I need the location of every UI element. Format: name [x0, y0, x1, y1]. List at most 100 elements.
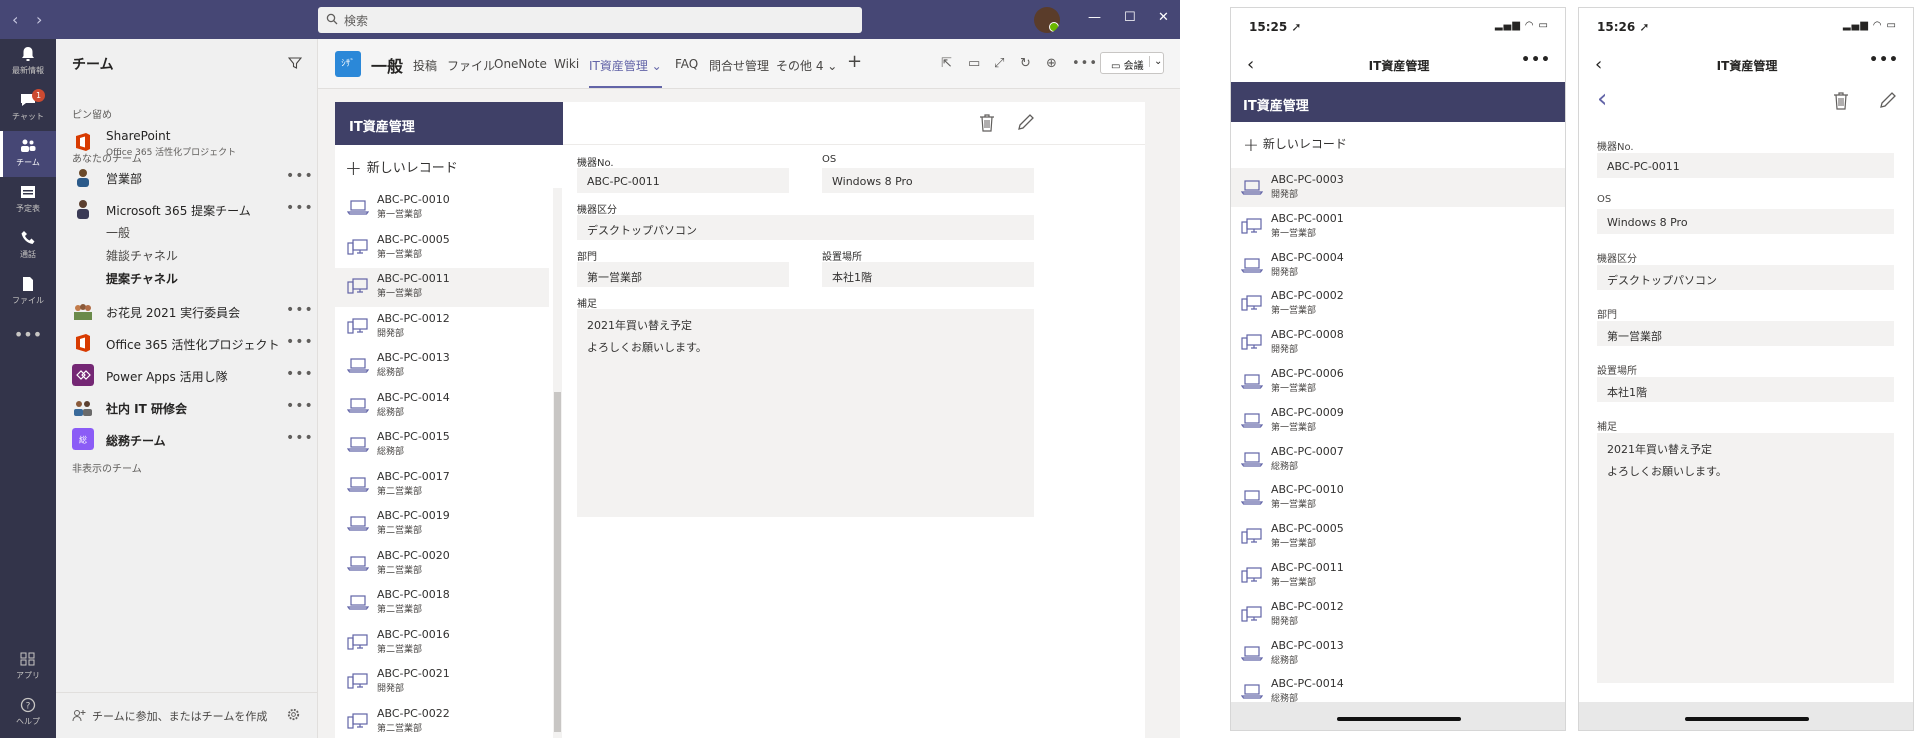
team-row-soumu[interactable]: 総 総務チーム •••	[56, 424, 318, 454]
rail-item-teams[interactable]: チーム	[0, 131, 56, 177]
rail-item-chat[interactable]: 1 チャット	[0, 85, 56, 131]
rail-item-apps[interactable]: アプリ	[0, 644, 56, 690]
meet-button[interactable]: ▭ 会議 ⌄	[1100, 52, 1164, 74]
chevron-down-icon[interactable]: ⌄	[1149, 56, 1162, 67]
channel-general[interactable]: 一般	[106, 224, 130, 241]
list-item[interactable]: ABC-PC-0004 開発部	[1231, 246, 1565, 285]
filter-icon[interactable]	[288, 56, 302, 70]
new-record-button[interactable]: + 新しいレコード	[1243, 134, 1347, 156]
list-item[interactable]: ABC-PC-0014 総務部	[335, 387, 549, 426]
gear-icon[interactable]	[286, 707, 301, 722]
channel-proposal[interactable]: 提案チャネル	[106, 270, 178, 287]
record-dept: 第一営業部	[1271, 578, 1317, 588]
home-indicator[interactable]	[1685, 717, 1809, 721]
record-dept: 第一営業部	[1271, 500, 1317, 511]
edit-pencil-icon[interactable]	[1017, 113, 1035, 131]
tab-onenote[interactable]: OneNote	[494, 57, 547, 71]
back-arrow-icon[interactable]: ‹	[1597, 84, 1607, 114]
list-item[interactable]: ABC-PC-0011 第一営業部	[335, 268, 549, 307]
close-icon[interactable]: ✕	[1158, 10, 1169, 25]
list-item[interactable]: ABC-PC-0016 第二営業部	[335, 624, 549, 663]
list-item[interactable]: ABC-PC-0007 総務部	[1231, 440, 1565, 479]
more-apps-icon[interactable]: •••	[0, 319, 56, 365]
rail-item-calendar[interactable]: 予定表	[0, 177, 56, 223]
list-item[interactable]: ABC-PC-0019 第二営業部	[335, 505, 549, 544]
search-input[interactable]: 検索	[318, 7, 862, 33]
team-row-ohanami[interactable]: お花見 2021 実行委員会 •••	[56, 296, 318, 326]
rail-item-calls[interactable]: 通話	[0, 223, 56, 269]
team-row-o365-project[interactable]: Office 365 活性化プロジェクト •••	[56, 328, 318, 358]
maximize-icon[interactable]: ☐	[1124, 10, 1136, 25]
list-item[interactable]: ABC-PC-0020 第二営業部	[335, 545, 549, 584]
avatar[interactable]	[1034, 7, 1060, 33]
team-name: Office 365 活性化プロジェクト	[106, 338, 280, 352]
expand-icon[interactable]: ⤢	[994, 56, 1008, 71]
tab-it-assets[interactable]: IT資産管理 ⌄	[589, 57, 662, 88]
more-options-icon[interactable]: •••	[286, 200, 314, 216]
edit-pencil-icon[interactable]	[1879, 91, 1897, 109]
list-item[interactable]: ABC-PC-0005 第一営業部	[1231, 517, 1565, 556]
new-record-button[interactable]: + 新しいレコード	[345, 156, 458, 180]
forward-arrow-icon[interactable]: ›	[36, 10, 42, 29]
tab-faq[interactable]: FAQ	[675, 57, 698, 71]
list-item[interactable]: ABC-PC-0021 開発部	[335, 663, 549, 702]
home-indicator[interactable]	[1337, 717, 1461, 721]
team-row-it-training[interactable]: 社内 IT 研修会 •••	[56, 392, 318, 422]
globe-icon[interactable]: ⊕	[1046, 56, 1060, 71]
list-item[interactable]: ABC-PC-0010 第一営業部	[335, 189, 549, 228]
more-options-icon[interactable]: •••	[286, 334, 314, 350]
back-arrow-icon[interactable]: ‹	[12, 10, 18, 29]
list-item[interactable]: ABC-PC-0013 総務部	[1231, 634, 1565, 673]
teams-panel: チーム ピン留め SharePoint Office 365 活性化プロジェクト…	[56, 39, 318, 738]
more-options-icon[interactable]: •••	[286, 366, 314, 382]
list-item[interactable]: ABC-PC-0012 開発部	[1231, 595, 1565, 634]
channel-chat[interactable]: 雑談チャネル	[106, 247, 178, 264]
more-options-icon[interactable]: •••	[1869, 52, 1899, 68]
list-item[interactable]: ABC-PC-0015 総務部	[335, 426, 549, 465]
list-item[interactable]: ABC-PC-0011 第一営業部	[1231, 556, 1565, 595]
list-item[interactable]: ABC-PC-0010 第一営業部	[1231, 478, 1565, 517]
list-item[interactable]: ABC-PC-0012 開発部	[335, 308, 549, 347]
trash-icon[interactable]	[979, 114, 995, 132]
list-item[interactable]: ABC-PC-0022 第二営業部	[335, 703, 549, 738]
tab-more[interactable]: その他 4 ⌄	[776, 57, 837, 74]
list-item[interactable]: ABC-PC-0005 第一営業部	[335, 229, 549, 268]
record-id: ABC-PC-0012	[377, 311, 450, 325]
join-create-team-link[interactable]: チームに参加、またはチームを作成	[92, 708, 267, 724]
list-item[interactable]: ABC-PC-0006 第一営業部	[1231, 362, 1565, 401]
reload-icon[interactable]: ↻	[1020, 56, 1034, 71]
tab-posts[interactable]: 投稿	[413, 57, 437, 74]
list-item[interactable]: ABC-PC-0013 総務部	[335, 347, 549, 386]
search-placeholder: 検索	[344, 14, 369, 28]
more-options-icon[interactable]: •••	[286, 430, 314, 446]
list-item[interactable]: ABC-PC-0008 開発部	[1231, 323, 1565, 362]
tab-wiki[interactable]: Wiki	[554, 57, 579, 71]
tab-inquiries[interactable]: 問合せ管理	[709, 57, 769, 74]
hidden-teams-label[interactable]: 非表示のチーム	[72, 460, 142, 475]
rail-item-activity[interactable]: 最新情報	[0, 39, 56, 85]
more-options-icon[interactable]: •••	[1072, 56, 1097, 71]
conversation-icon[interactable]: ▭	[968, 56, 982, 71]
rail-item-help[interactable]: ? ヘルプ	[0, 690, 56, 736]
more-options-icon[interactable]: •••	[286, 302, 314, 318]
team-row-powerapps[interactable]: Power Apps 活用し隊 •••	[56, 360, 318, 390]
list-item[interactable]: ABC-PC-0017 第二営業部	[335, 466, 549, 505]
list-item[interactable]: ABC-PC-0003 開発部	[1231, 168, 1565, 207]
add-tab-icon[interactable]: +	[847, 51, 862, 72]
list-item[interactable]: ABC-PC-0009 第一営業部	[1231, 401, 1565, 440]
team-row-m365[interactable]: Microsoft 365 提案チーム •••	[56, 194, 318, 224]
rail-item-files[interactable]: ファイル	[0, 269, 56, 315]
list-item[interactable]: ABC-PC-0001 第一営業部	[1231, 207, 1565, 246]
popout-icon[interactable]: ⇱	[941, 56, 955, 71]
more-options-icon[interactable]: •••	[286, 168, 314, 184]
more-options-icon[interactable]: •••	[1521, 52, 1551, 68]
minimize-icon[interactable]: —	[1088, 10, 1101, 25]
laptop-icon	[1241, 684, 1263, 699]
list-item[interactable]: ABC-PC-0002 第一営業部	[1231, 284, 1565, 323]
tab-files[interactable]: ファイル	[447, 57, 495, 74]
more-options-icon[interactable]: •••	[286, 398, 314, 414]
scrollbar-thumb[interactable]	[554, 392, 561, 732]
team-row-sales[interactable]: 営業部 •••	[56, 162, 318, 192]
list-item[interactable]: ABC-PC-0018 第二営業部	[335, 584, 549, 623]
trash-icon[interactable]	[1833, 92, 1849, 110]
